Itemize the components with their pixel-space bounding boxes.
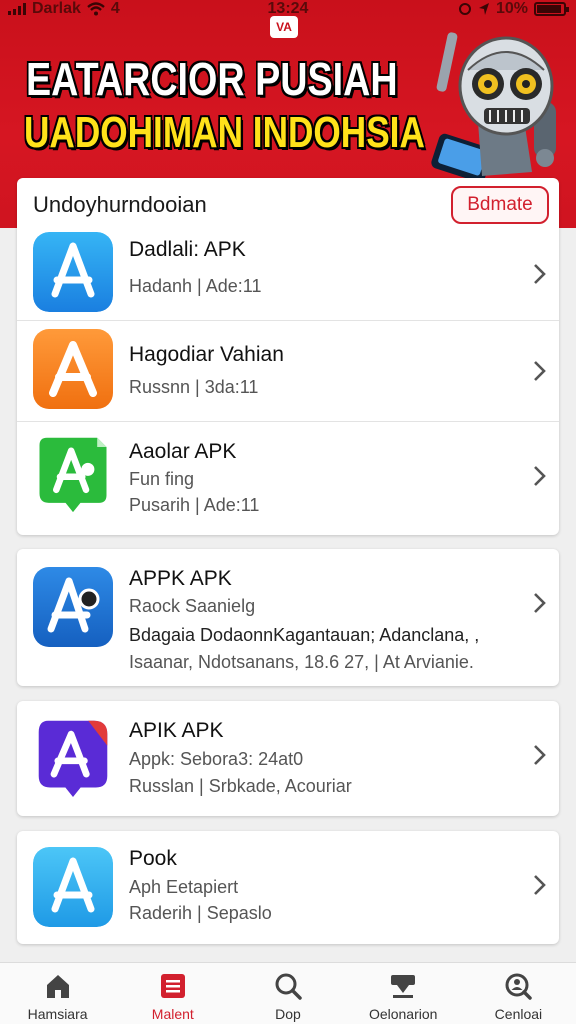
app-store-blue-icon bbox=[33, 232, 113, 312]
alarm-icon bbox=[458, 3, 471, 15]
robot-mascot-icon bbox=[431, 32, 556, 183]
download-icon bbox=[391, 975, 416, 998]
bottom-nav: Hamsiara Malent Dop Oelonarion Cenloai bbox=[0, 962, 576, 1024]
apps-card-main: Undoyhurndooian Bdmate Dadlali: APK Hada… bbox=[17, 178, 559, 535]
app-name: Pook bbox=[129, 847, 177, 870]
chevron-right-icon bbox=[534, 875, 546, 895]
app-meta: Pusarih | Ade:11 bbox=[129, 495, 260, 515]
app-category: Fun fing bbox=[129, 469, 195, 489]
list-icon bbox=[160, 974, 185, 998]
nav-label: Malent bbox=[151, 1006, 194, 1022]
update-button[interactable]: Bdmate bbox=[451, 186, 549, 224]
app-row[interactable]: Hagodiar Vahian Russnn | 3da:11 bbox=[17, 320, 559, 421]
app-orange-a-icon bbox=[33, 329, 113, 409]
wifi-icon bbox=[87, 2, 105, 16]
app-blue-a-icon bbox=[33, 567, 113, 647]
chevron-right-icon bbox=[534, 361, 546, 381]
nav-item-account[interactable]: Cenloai bbox=[461, 963, 576, 1024]
apps-card: APIK APK Appk: Sebora3: 24at0 Russlan | … bbox=[17, 701, 559, 816]
hero-subtitle: UADOHIMAN INDOHSIA bbox=[24, 108, 425, 157]
search-icon bbox=[275, 973, 302, 1000]
location-icon bbox=[478, 3, 489, 15]
app-row[interactable]: APIK APK Appk: Sebora3: 24at0 Russlan | … bbox=[17, 701, 559, 816]
nav-label: Cenloai bbox=[494, 1006, 543, 1022]
app-purple-a-icon bbox=[38, 720, 108, 797]
app-row[interactable]: Aaolar APK Fun fing Pusarih | Ade:11 bbox=[17, 421, 559, 533]
app-name: APIK APK bbox=[129, 719, 224, 742]
app-row[interactable]: APPK APK Raock Saanielg Bdagaia DodaonnK… bbox=[17, 549, 559, 686]
nav-item-home[interactable]: Hamsiara bbox=[0, 963, 115, 1024]
app-meta: Russnn | 3da:11 bbox=[129, 377, 259, 397]
apps-card: APPK APK Raock Saanielg Bdagaia DodaonnK… bbox=[17, 549, 559, 686]
signal-icon bbox=[8, 3, 26, 15]
app-name: Aaolar APK bbox=[129, 440, 237, 463]
chevron-right-icon bbox=[534, 745, 546, 765]
carrier-name: Darlak bbox=[32, 0, 81, 17]
brand-logo: VA bbox=[270, 16, 298, 38]
hero-title: EATARCIOR PUSIAH bbox=[26, 53, 398, 105]
app-details: Isaanar, Ndotsanans, 18.6 27, | At Arvia… bbox=[129, 652, 474, 672]
app-category: Raock Saanielg bbox=[129, 596, 256, 616]
account-search-icon bbox=[505, 973, 533, 1000]
app-meta: Hadanh | Ade:11 bbox=[129, 276, 262, 296]
app-meta: Russlan | Srbkade, Acouriar bbox=[129, 776, 352, 796]
nav-label: Hamsiara bbox=[27, 1006, 88, 1022]
home-icon bbox=[46, 975, 69, 998]
app-row[interactable]: Dadlali: APK Hadanh | Ade:11 bbox=[17, 228, 559, 320]
chevron-right-icon bbox=[534, 466, 546, 486]
card-header: Undoyhurndooian Bdmate bbox=[17, 178, 559, 228]
nav-item-search[interactable]: Dop bbox=[230, 963, 345, 1024]
battery-percent: 10% bbox=[495, 0, 528, 17]
chevron-right-icon bbox=[534, 593, 546, 613]
signal-level: 4 bbox=[110, 0, 120, 17]
app-light-blue-a-icon bbox=[33, 847, 113, 927]
app-category: Aph Eetapiert bbox=[129, 877, 239, 897]
nav-item-downloads[interactable]: Oelonarion bbox=[346, 963, 461, 1024]
chevron-right-icon bbox=[534, 264, 546, 284]
section-title: Undoyhurndooian bbox=[33, 192, 207, 217]
app-version: Appk: Sebora3: 24at0 bbox=[129, 749, 304, 769]
battery-icon bbox=[534, 2, 569, 16]
app-green-a-icon bbox=[39, 437, 107, 513]
nav-label: Oelonarion bbox=[368, 1006, 438, 1022]
nav-item-list[interactable]: Malent bbox=[115, 963, 230, 1024]
nav-label: Dop bbox=[275, 1006, 301, 1022]
app-meta: Raderih | Sepaslo bbox=[129, 903, 272, 923]
apps-card: Pook Aph Eetapiert Raderih | Sepaslo bbox=[17, 831, 559, 944]
app-description: Bdagaia DodaonnKagantauan; Adanclana, , bbox=[129, 625, 480, 645]
app-row[interactable]: Pook Aph Eetapiert Raderih | Sepaslo bbox=[17, 831, 559, 944]
app-name: Hagodiar Vahian bbox=[129, 343, 284, 366]
app-name: Dadlali: APK bbox=[129, 238, 246, 261]
app-name: APPK APK bbox=[129, 567, 232, 590]
